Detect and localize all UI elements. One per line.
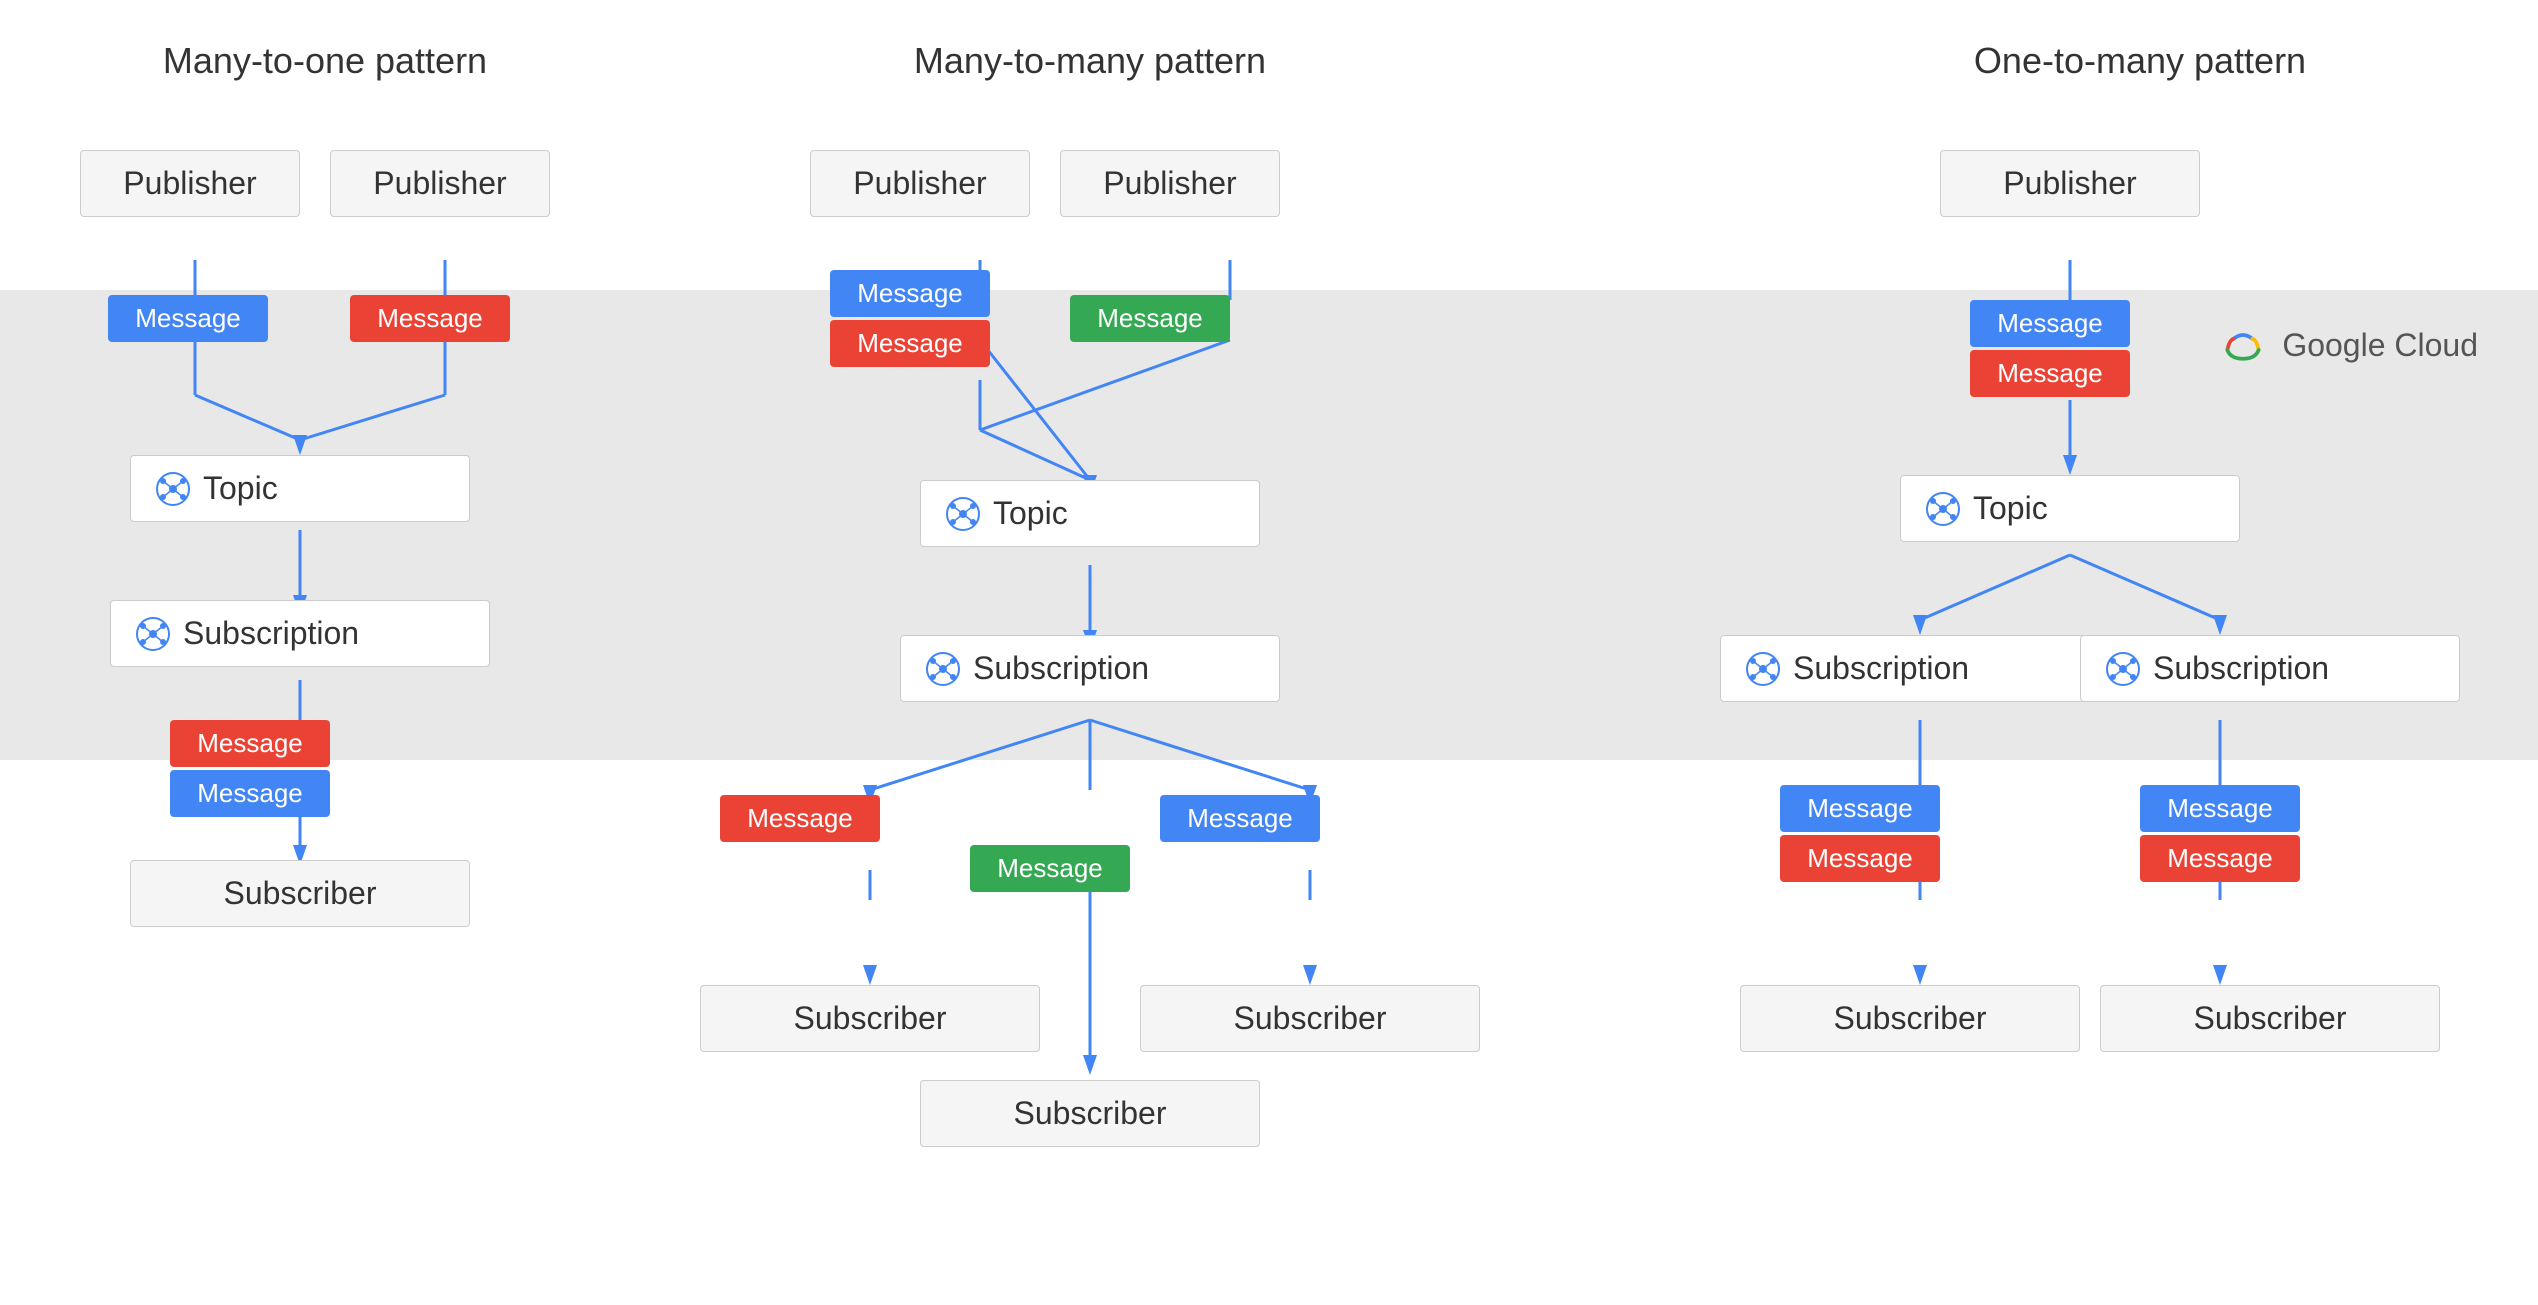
subscriber-right-o2m: Subscriber	[2100, 985, 2440, 1052]
publisher-1-m2o: Publisher	[80, 150, 300, 217]
message-out-red-m2o: Message	[170, 720, 330, 767]
publisher-2-m2m: Publisher	[1060, 150, 1280, 217]
subscriber-bottom-m2m: Subscriber	[920, 1080, 1260, 1147]
pattern-title-one-to-many: One-to-many pattern	[1810, 40, 2470, 82]
message-blue-pub1-m2o: Message	[108, 295, 268, 342]
pubsub-icon-sub-m2m	[925, 651, 961, 687]
message-red-left-m2m: Message	[720, 795, 880, 842]
message-blue-right-m2m: Message	[1160, 795, 1320, 842]
message-red-o2m: Message	[1970, 350, 2130, 397]
diagram-container: Many-to-one pattern Publisher Publisher …	[0, 0, 2538, 1305]
subscription-label-m2m: Subscription	[973, 650, 1149, 687]
pubsub-icon-topic-o2m	[1925, 491, 1961, 527]
message-red-pub1-m2m: Message	[830, 320, 990, 367]
subscriber-left-m2m: Subscriber	[700, 985, 1040, 1052]
topic-label-o2m: Topic	[1973, 490, 2048, 527]
topic-m2o: Topic	[130, 455, 470, 522]
subscription-m2m: Subscription	[900, 635, 1280, 702]
message-green-center-m2m: Message	[970, 845, 1130, 892]
pubsub-icon-subleft-o2m	[1745, 651, 1781, 687]
topic-label-m2o: Topic	[203, 470, 278, 507]
message-green-pub2-m2m: Message	[1070, 295, 1230, 342]
publisher-1-m2m: Publisher	[810, 150, 1030, 217]
message-out-blue-m2o: Message	[170, 770, 330, 817]
publisher-o2m: Publisher	[1940, 150, 2200, 217]
google-cloud-icon	[2218, 320, 2268, 370]
subscription-left-o2m: Subscription	[1720, 635, 2100, 702]
topic-o2m: Topic	[1900, 475, 2240, 542]
subscription-right-label-o2m: Subscription	[2153, 650, 2329, 687]
message-blue-o2m: Message	[1970, 300, 2130, 347]
subscriber-left-o2m: Subscriber	[1740, 985, 2080, 1052]
google-cloud-logo: Google Cloud	[2218, 320, 2478, 370]
message-blue-pub1-m2m: Message	[830, 270, 990, 317]
topic-label-m2m: Topic	[993, 495, 1068, 532]
subscription-label-m2o: Subscription	[183, 615, 359, 652]
google-cloud-text: Google Cloud	[2282, 327, 2478, 364]
pattern-title-many-to-many: Many-to-many pattern	[760, 40, 1420, 82]
message-blue-right-o2m: Message	[2140, 785, 2300, 832]
message-red-right-o2m: Message	[2140, 835, 2300, 882]
pubsub-icon-topic-m2m	[945, 496, 981, 532]
subscription-m2o: Subscription	[110, 600, 490, 667]
pattern-title-many-to-one: Many-to-one pattern	[50, 40, 600, 82]
pubsub-icon-topic-m2o	[155, 471, 191, 507]
pubsub-icon-sub-m2o	[135, 616, 171, 652]
subscription-left-label-o2m: Subscription	[1793, 650, 1969, 687]
subscriber-m2o: Subscriber	[130, 860, 470, 927]
message-blue-left-o2m: Message	[1780, 785, 1940, 832]
publisher-2-m2o: Publisher	[330, 150, 550, 217]
subscriber-right-m2m: Subscriber	[1140, 985, 1480, 1052]
message-red-pub2-m2o: Message	[350, 295, 510, 342]
topic-m2m: Topic	[920, 480, 1260, 547]
pubsub-icon-subright-o2m	[2105, 651, 2141, 687]
subscription-right-o2m: Subscription	[2080, 635, 2460, 702]
message-red-left-o2m: Message	[1780, 835, 1940, 882]
